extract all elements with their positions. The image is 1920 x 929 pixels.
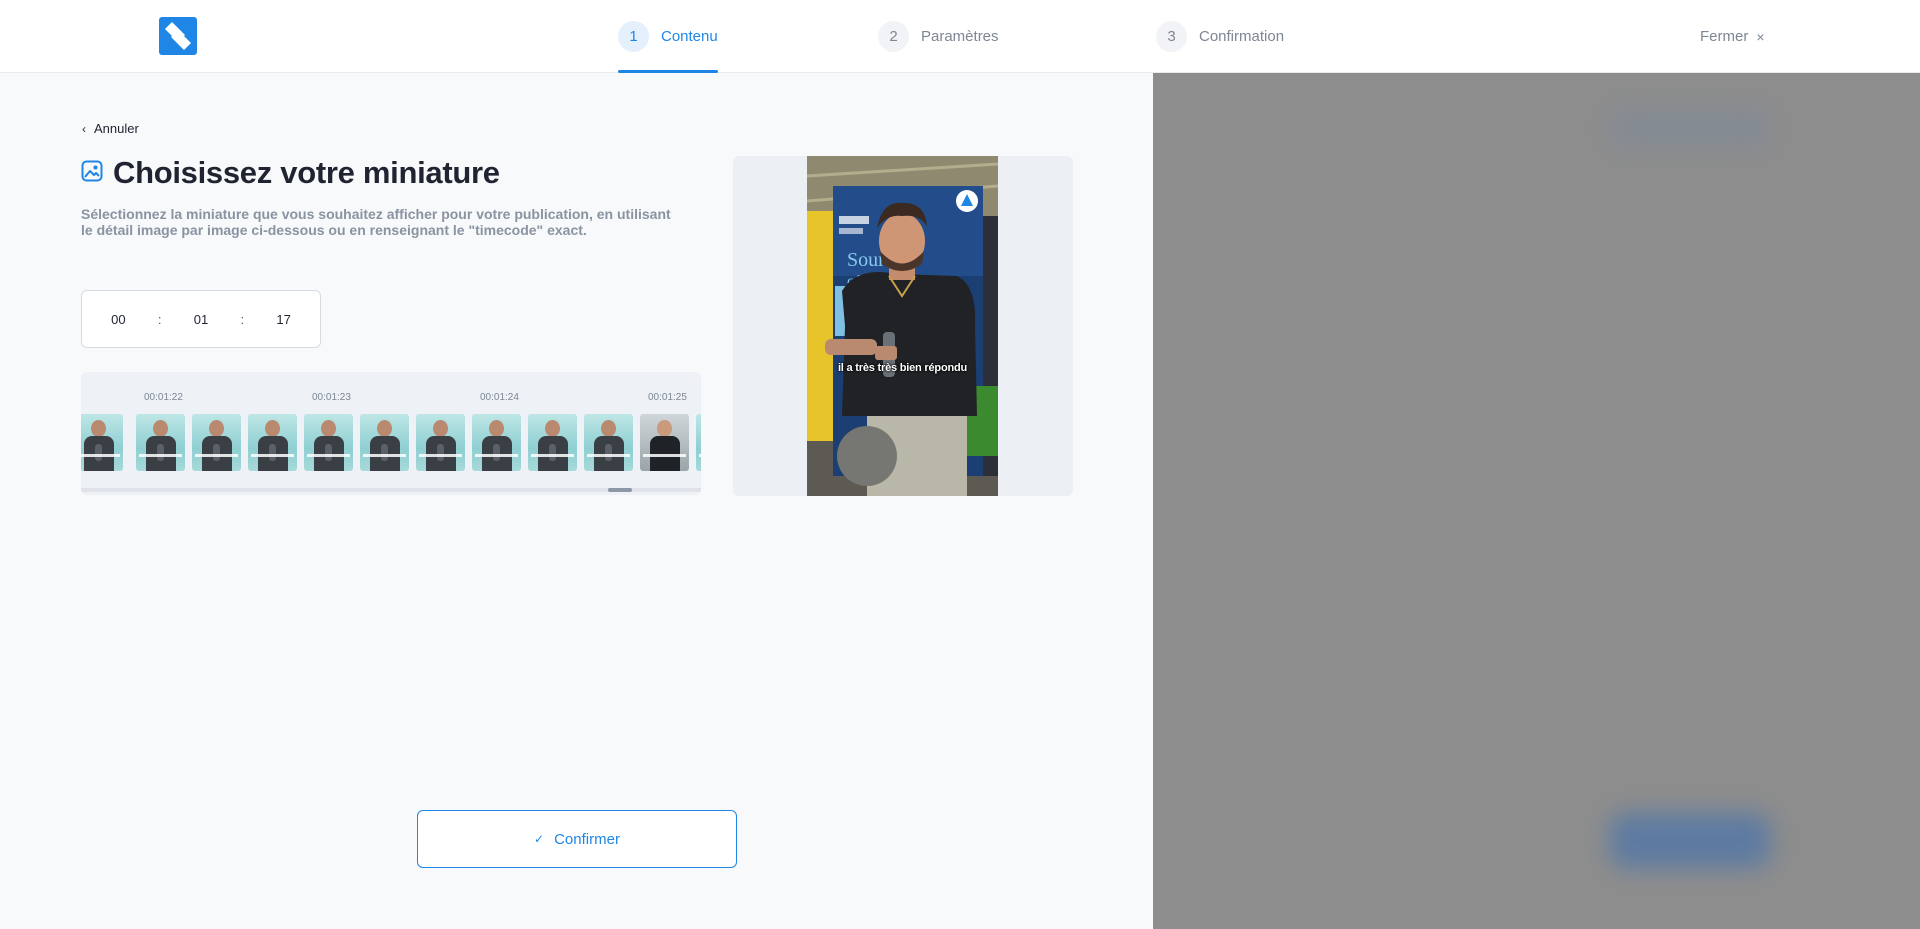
cancel-label: Annuler [94,121,139,136]
step-contenu[interactable]: 1 Contenu [618,0,718,73]
frame-strip-scrollbar[interactable] [81,488,701,492]
step-confirmation[interactable]: 3 Confirmation [1156,0,1284,73]
timeline-label: 00:01:25 [648,392,687,403]
page-title: Choisissez votre miniature [113,155,500,190]
frame-thumbnails [81,414,701,472]
blurred-shape [1610,813,1770,868]
timecode-separator: : [240,311,245,327]
timecode-seconds[interactable]: 17 [247,312,320,327]
step-parametres[interactable]: 2 Paramètres [878,0,999,73]
frame-thumbnail[interactable] [640,414,689,471]
close-button[interactable]: Fermer × [1700,0,1765,73]
frame-thumbnail[interactable] [528,414,577,471]
page-title-row: Choisissez votre miniature [81,155,500,191]
thumbnail-preview-card: Sour of futu il a très très bien ré [733,156,1073,496]
timecode-input[interactable]: 00 : 01 : 17 [81,290,321,348]
timeline-label: 00:01:24 [480,392,519,403]
confirm-label: Confirmer [554,830,620,848]
frame-strip[interactable]: 00:01:22 00:01:23 00:01:24 00:01:25 [81,372,701,495]
frame-thumbnail[interactable] [81,414,123,471]
blurred-shape [1610,108,1770,148]
video-frame-illustration: Sour of futu [807,156,998,496]
video-preview: Sour of futu il a très très bien ré [807,156,998,496]
brand-logo-icon[interactable] [159,17,197,55]
step-number: 2 [878,21,909,52]
modal-backdrop[interactable] [1153,73,1920,929]
frame-thumbnail[interactable] [416,414,465,471]
step-label: Paramètres [921,28,999,45]
step-label: Contenu [661,28,718,45]
close-icon: × [1756,28,1765,45]
check-icon: ✓ [534,832,545,846]
image-icon [81,160,103,187]
frame-thumbnail[interactable] [360,414,409,471]
svg-text:Sour: Sour [847,249,885,271]
timeline-label: 00:01:22 [144,392,183,403]
chevron-left-icon: ‹ [82,121,86,136]
frame-thumbnail[interactable] [248,414,297,471]
confirm-button[interactable]: ✓ Confirmer [417,810,737,868]
cancel-link[interactable]: ‹ Annuler [82,121,139,136]
timecode-minutes[interactable]: 01 [165,312,238,327]
top-bar: 1 Contenu 2 Paramètres 3 Confirmation Fe… [0,0,1920,73]
timecode-hours[interactable]: 00 [82,312,155,327]
close-label: Fermer [1700,28,1749,45]
step-number: 3 [1156,21,1187,52]
frame-thumbnail[interactable] [584,414,633,471]
timecode-separator: : [157,311,162,327]
frame-thumbnail[interactable] [192,414,241,471]
frame-thumbnail[interactable] [696,414,701,471]
preview-caption: il a très très bien répondu [837,362,968,374]
timeline-label: 00:01:23 [312,392,351,403]
frame-thumbnail[interactable] [472,414,521,471]
frame-thumbnail[interactable] [136,414,185,471]
thumbnail-panel: ‹ Annuler Choisissez votre miniature Sél… [0,73,1153,929]
step-number: 1 [618,21,649,52]
step-label: Confirmation [1199,28,1285,45]
frame-thumbnail[interactable] [304,414,353,471]
scrollbar-handle[interactable] [608,488,632,492]
page-description: Sélectionnez la miniature que vous souha… [81,206,671,238]
